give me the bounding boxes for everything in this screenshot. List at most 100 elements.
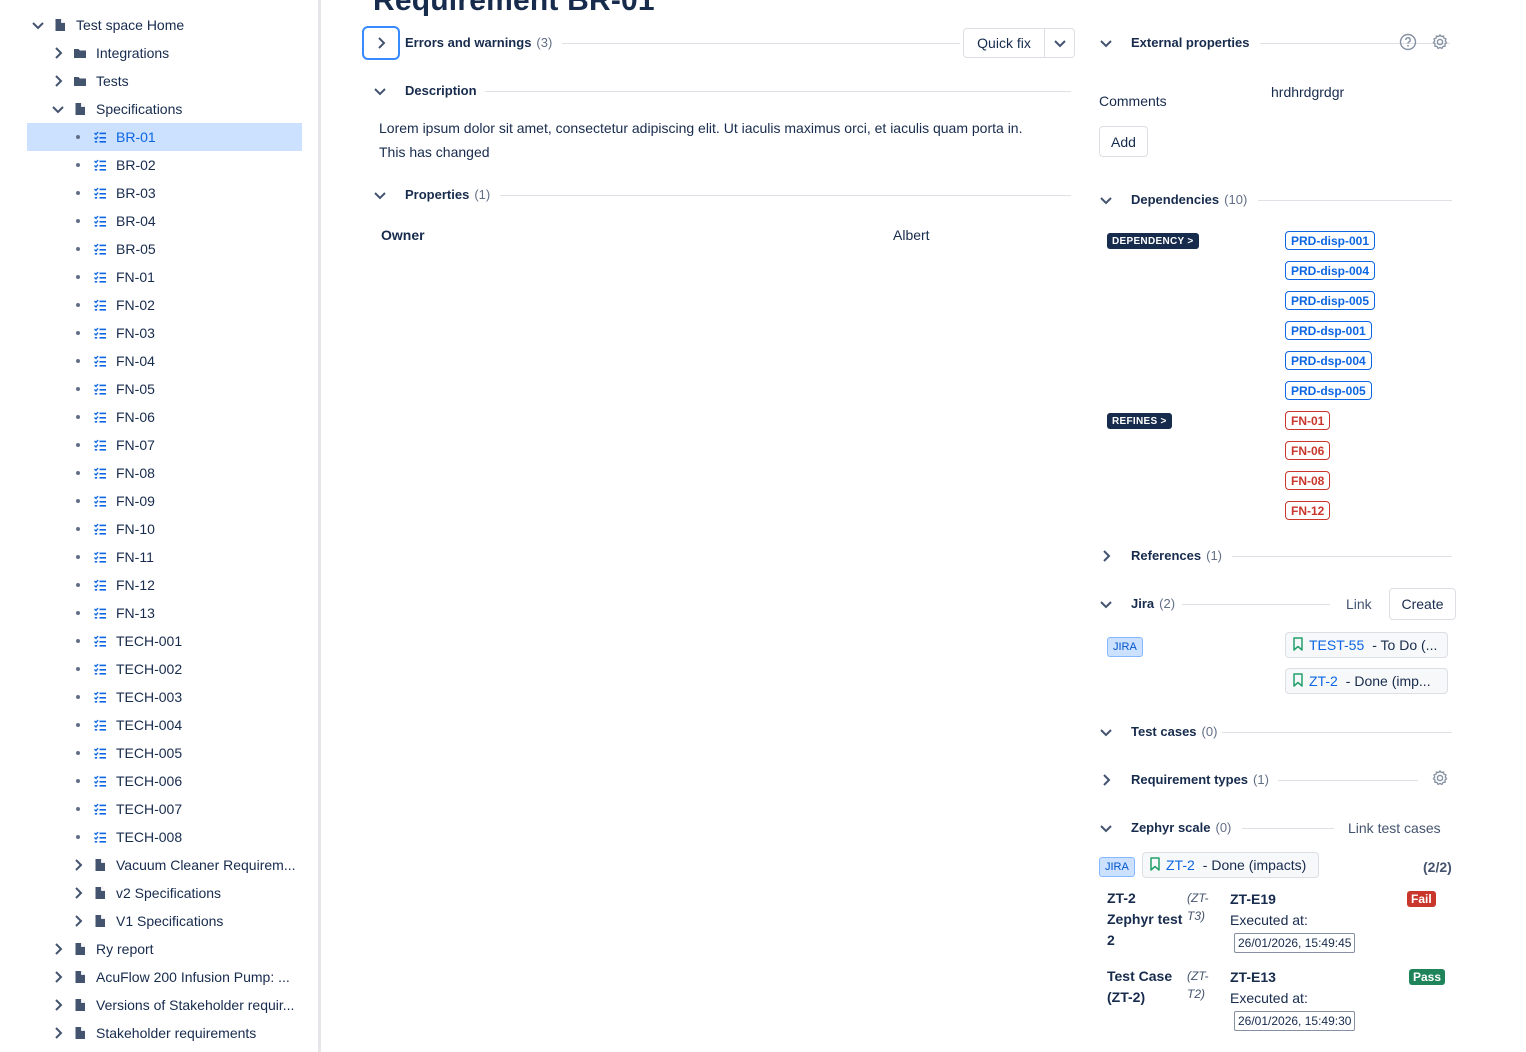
requirement-icon [92,157,108,173]
sidebar-resize-handle[interactable] [318,0,321,1052]
tree-item-acuflow-200-infusion-pump[interactable]: AcuFlow 200 Infusion Pump: ... [50,963,300,991]
external-properties-settings-button[interactable] [1431,33,1449,51]
tree-item-v2-specifications[interactable]: v2 Specifications [70,879,300,907]
test-cases-collapse-toggle[interactable] [1099,725,1115,741]
chevron-down-icon[interactable] [50,101,66,117]
tree-item-br-04[interactable]: BR-04 [70,207,300,235]
jira-count: (2) [1159,596,1176,611]
errors-expand-button[interactable] [362,26,400,60]
issue-key[interactable]: ZT-2 [1166,857,1195,873]
chevron-right-icon[interactable] [70,857,86,873]
tree-item-versions-of-stakeholder-requir[interactable]: Versions of Stakeholder requir... [50,991,300,1019]
tree-item-tech-002[interactable]: TECH-002 [70,655,300,683]
dependency-link-prd-disp-004[interactable]: PRD-disp-004 [1285,261,1376,280]
chevron-down-icon [1100,197,1112,205]
chevron-right-icon[interactable] [50,969,66,985]
quick-fix-button[interactable]: Quick fix [963,28,1045,58]
chevron-right-icon[interactable] [70,885,86,901]
tree-item-fn-10[interactable]: FN-10 [70,515,300,543]
execution-key[interactable]: ZT-E19 [1230,891,1276,907]
jira-collapse-toggle[interactable] [1099,597,1115,613]
tree-item-fn-03[interactable]: FN-03 [70,319,300,347]
chevron-right-icon[interactable] [50,1025,66,1041]
tree-item-vacuum-cleaner-requirem[interactable]: Vacuum Cleaner Requirem... [70,851,300,879]
chevron-right-icon[interactable] [50,45,66,61]
external-properties-collapse-toggle[interactable] [1099,36,1115,52]
tree-item-fn-01[interactable]: FN-01 [70,263,300,291]
tree-item-br-01[interactable]: BR-01 [27,123,302,151]
issue-key[interactable]: ZT-2 [1309,673,1338,689]
tree-item-specifications[interactable]: Specifications [50,95,300,123]
tree-item-test-space-home[interactable]: Test space Home [30,11,300,39]
tree-item-label: Vacuum Cleaner Requirem... [116,857,296,873]
tree-item-fn-04[interactable]: FN-04 [70,347,300,375]
tree-item-fn-05[interactable]: FN-05 [70,375,300,403]
requirement-types-count: (1) [1253,772,1269,787]
zephyr-collapse-toggle[interactable] [1099,821,1115,837]
tree-item-fn-06[interactable]: FN-06 [70,403,300,431]
references-expand-toggle[interactable] [1099,549,1115,565]
tree-item-tech-007[interactable]: TECH-007 [70,795,300,823]
tree-item-br-03[interactable]: BR-03 [70,179,300,207]
chevron-right-icon[interactable] [50,941,66,957]
requirement-types-settings-button[interactable] [1431,769,1449,787]
dependency-link-fn-01[interactable]: FN-01 [1285,411,1331,430]
tree-item-v1-specifications[interactable]: V1 Specifications [70,907,300,935]
execution-key[interactable]: ZT-E13 [1230,969,1276,985]
tree-item-br-05[interactable]: BR-05 [70,235,300,263]
tree-item-tech-001[interactable]: TECH-001 [70,627,300,655]
chevron-right-icon [1103,774,1111,786]
issue-status: - Done (imp... [1345,673,1431,689]
jira-issue-card[interactable]: TEST-55 - To Do (... [1285,632,1448,658]
requirement-types-expand-toggle[interactable] [1099,773,1115,789]
chevron-right-icon[interactable] [50,73,66,89]
tree-item-fn-13[interactable]: FN-13 [70,599,300,627]
jira-link-button[interactable]: Link [1346,596,1372,612]
tree-item-fn-08[interactable]: FN-08 [70,459,300,487]
description-collapse-toggle[interactable] [373,84,389,100]
zephyr-count: (0) [1215,820,1232,835]
tree-item-stakeholder-requirements[interactable]: Stakeholder requirements [50,1019,300,1047]
tree-item-fn-09[interactable]: FN-09 [70,487,300,515]
test-case-name[interactable]: ZT-2 Zephyr test 2 [1107,888,1185,951]
tree-item-tests[interactable]: Tests [50,67,300,95]
divider [1258,200,1452,201]
dependency-link-fn-12[interactable]: FN-12 [1285,501,1331,520]
tree-item-fn-12[interactable]: FN-12 [70,571,300,599]
tree-item-fn-07[interactable]: FN-07 [70,431,300,459]
tree-item-ry-report[interactable]: Ry report [50,935,300,963]
tree-item-tech-006[interactable]: TECH-006 [70,767,300,795]
chevron-right-icon[interactable] [70,913,86,929]
dependency-link-prd-dsp-001[interactable]: PRD-dsp-001 [1285,321,1372,340]
dependency-link-fn-08[interactable]: FN-08 [1285,471,1331,490]
add-comment-button[interactable]: Add [1099,126,1148,157]
properties-collapse-toggle[interactable] [373,188,389,204]
tree-item-tech-008[interactable]: TECH-008 [70,823,300,851]
tree-item-tech-004[interactable]: TECH-004 [70,711,300,739]
tree-item-label: Stakeholder requirements [96,1025,257,1041]
chevron-right-icon[interactable] [50,997,66,1013]
tree-item-fn-02[interactable]: FN-02 [70,291,300,319]
bullet-icon [70,801,86,817]
dependencies-collapse-toggle[interactable] [1099,193,1115,209]
dependency-link-prd-dsp-005[interactable]: PRD-dsp-005 [1285,381,1372,400]
jira-create-button[interactable]: Create [1389,588,1456,620]
tree-item-br-02[interactable]: BR-02 [70,151,300,179]
dependency-link-prd-dsp-004[interactable]: PRD-dsp-004 [1285,351,1372,370]
tree-item-tech-005[interactable]: TECH-005 [70,739,300,767]
dependency-link-fn-06[interactable]: FN-06 [1285,441,1331,460]
dependency-link-prd-disp-001[interactable]: PRD-disp-001 [1285,231,1376,250]
dependency-link-prd-disp-005[interactable]: PRD-disp-005 [1285,291,1376,310]
chevron-down-icon[interactable] [30,17,46,33]
help-icon-button[interactable] [1399,33,1417,51]
issue-key[interactable]: TEST-55 [1309,637,1364,653]
jira-issue-card[interactable]: ZT-2 - Done (impacts) [1142,852,1319,878]
link-test-cases-button[interactable]: Link test cases [1348,820,1441,836]
tree-item-fn-11[interactable]: FN-11 [70,543,300,571]
tree-item-tech-003[interactable]: TECH-003 [70,683,300,711]
page-title: Requirement BR-01 [373,0,655,17]
jira-issue-card[interactable]: ZT-2 - Done (imp... [1285,668,1448,694]
test-case-name[interactable]: Test Case (ZT-2) [1107,966,1185,1008]
tree-item-integrations[interactable]: Integrations [50,39,300,67]
quick-fix-dropdown-button[interactable] [1044,28,1075,58]
